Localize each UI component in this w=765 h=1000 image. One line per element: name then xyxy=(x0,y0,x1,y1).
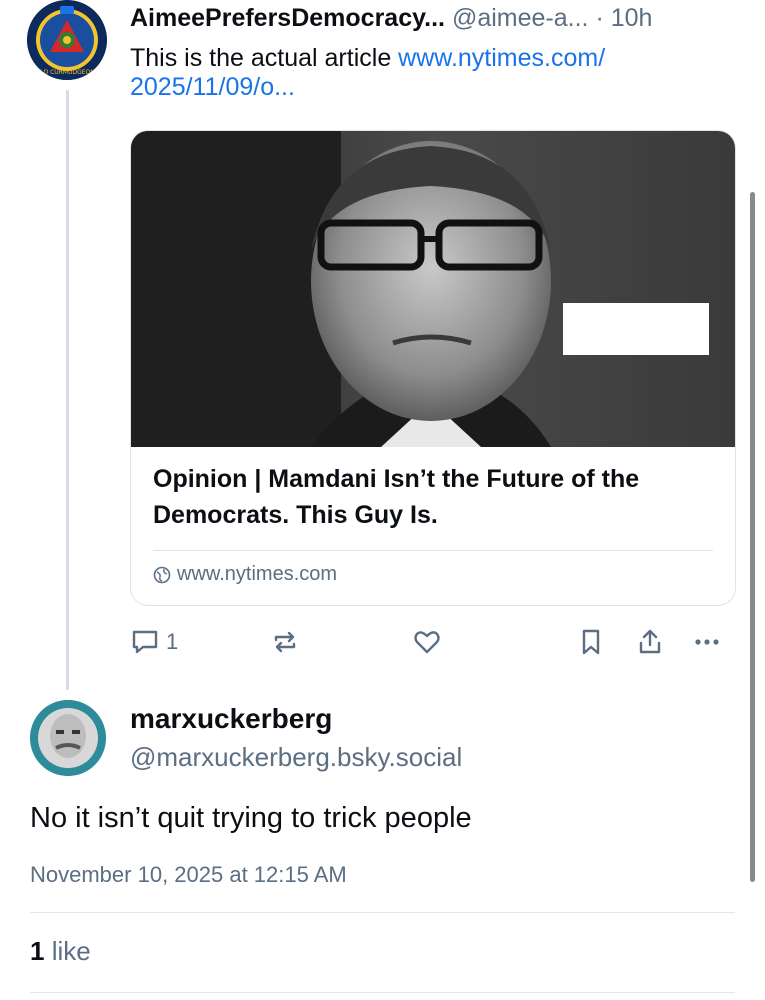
reply-author-avatar[interactable] xyxy=(30,700,106,776)
divider xyxy=(30,912,735,913)
share-icon xyxy=(639,629,661,654)
post-actions: 1 xyxy=(130,624,730,660)
reply-count: 1 xyxy=(166,629,179,654)
reply-timestamp: November 10, 2025 at 12:15 AM xyxy=(30,862,347,887)
article-image xyxy=(131,131,735,447)
post-header: AimeePrefersDemocracy... @aimee-a... · 1… xyxy=(130,4,652,33)
like-button[interactable] xyxy=(412,624,442,660)
more-button[interactable] xyxy=(692,624,722,660)
repost-button[interactable] xyxy=(270,624,300,660)
likes-count: 1 xyxy=(30,936,45,966)
article-domain-text: www.nytimes.com xyxy=(177,563,338,585)
reply-button[interactable]: 1 xyxy=(130,624,178,660)
author-handle[interactable]: @aimee-a... xyxy=(452,4,589,32)
reply-text: No it isn’t quit trying to trick people xyxy=(30,802,472,834)
globe-icon xyxy=(153,566,171,583)
more-icon xyxy=(695,639,719,645)
share-button[interactable] xyxy=(635,624,665,660)
bookmark-icon xyxy=(582,629,600,655)
bookmark-button[interactable] xyxy=(576,624,606,660)
reply-icon xyxy=(132,630,158,654)
post-text: This is the actual article www.nytimes.c… xyxy=(130,44,710,102)
link-preview-card[interactable]: Opinion | Mamdani Isn’t the Future of th… xyxy=(130,130,736,606)
nafo-badge-icon: OLD CURMUDGEONS xyxy=(27,0,107,80)
author-avatar[interactable]: OLD CURMUDGEONS xyxy=(27,0,107,80)
likes-link[interactable]: 1 like xyxy=(30,936,91,967)
reply-author-name[interactable]: marxuckerberg xyxy=(130,703,332,735)
like-icon xyxy=(414,631,440,654)
card-divider xyxy=(153,550,713,551)
likes-label: like xyxy=(44,936,91,966)
author-name[interactable]: AimeePrefersDemocracy... xyxy=(130,4,445,32)
scrollbar[interactable] xyxy=(750,192,755,882)
post-body-text: This is the actual article xyxy=(130,44,399,72)
divider xyxy=(30,992,735,993)
reply-author-handle[interactable]: @marxuckerberg.bsky.social xyxy=(130,742,462,773)
face-avatar-icon xyxy=(30,700,106,776)
article-title: Opinion | Mamdani Isn’t the Future of th… xyxy=(153,465,640,529)
post-time[interactable]: · 10h xyxy=(595,4,652,32)
thread-line xyxy=(66,90,69,690)
svg-text:OLD CURMUDGEONS: OLD CURMUDGEONS xyxy=(36,69,99,76)
repost-icon xyxy=(274,631,296,653)
article-domain: www.nytimes.com xyxy=(153,563,337,586)
